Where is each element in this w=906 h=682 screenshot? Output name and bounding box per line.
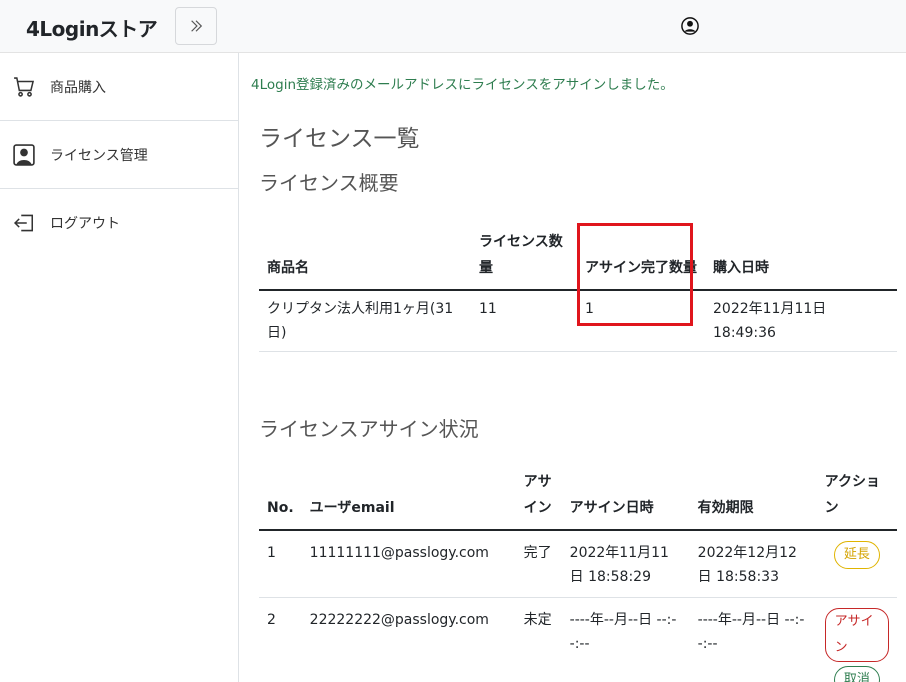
table-header-row: No. ユーザemail アサイン アサイン日時 有効期限 アクション — [259, 465, 897, 531]
brand-title[interactable]: 4Loginストア — [26, 13, 158, 42]
sidebar: 商品購入 ライセンス管理 ログアウト — [0, 53, 239, 682]
cell-assigned-at: 2022年11月11日 18:58:29 — [561, 530, 690, 598]
col-assigned-at: アサイン日時 — [561, 465, 690, 531]
extend-button[interactable]: 延長 — [833, 541, 880, 569]
col-no: No. — [259, 465, 302, 531]
col-license-qty: ライセンス数量 — [471, 223, 577, 291]
assign-status-heading: ライセンスアサイン状況 — [259, 417, 479, 441]
cell-actions: 延長 — [816, 530, 897, 598]
col-assign: アサイン — [515, 465, 562, 531]
cell-expires: 2022年12月12日 18:58:33 — [689, 530, 817, 598]
cell-no: 2 — [259, 597, 302, 682]
license-assign-table: No. ユーザemail アサイン アサイン日時 有効期限 アクション 1 11… — [259, 465, 897, 682]
sidebar-toggle-button[interactable] — [175, 7, 217, 45]
cell-user-email: 22222222@passlogy.com — [301, 597, 516, 682]
summary-heading: ライセンス概要 — [259, 171, 399, 195]
cell-product-name: クリプタン法人利用1ヶ月(31日) — [259, 290, 471, 352]
cell-assign-status: 完了 — [515, 530, 562, 598]
assign-button[interactable]: アサイン — [824, 608, 889, 662]
success-alert: 4Login登録済みのメールアドレスにライセンスをアサインしました。 — [251, 77, 674, 93]
highlight-box — [577, 223, 693, 326]
cancel-button[interactable]: 取消 — [833, 666, 880, 682]
top-navbar: 4Loginストア — [0, 0, 906, 53]
col-purchase-date: 購入日時 — [705, 223, 897, 291]
cell-assigned-at: ----年--月--日 --:--:-- — [561, 597, 690, 682]
col-actions: アクション — [816, 465, 897, 531]
sidebar-item-logout[interactable]: ログアウト — [0, 189, 239, 257]
table-row: 2 22222222@passlogy.com 未定 ----年--月--日 -… — [259, 597, 897, 682]
sidebar-item-purchase[interactable]: 商品購入 — [0, 53, 239, 121]
cell-expires: ----年--月--日 --:--:-- — [689, 597, 817, 682]
cell-no: 1 — [259, 530, 302, 598]
cell-assign-status: 未定 — [515, 597, 562, 682]
logout-icon — [12, 211, 36, 235]
cell-license-qty: 11 — [471, 290, 577, 352]
cell-user-email: 11111111@passlogy.com — [301, 530, 516, 598]
person-badge-icon — [12, 143, 36, 167]
sidebar-item-label: 商品購入 — [50, 79, 106, 96]
cell-purchase-date: 2022年11月11日 18:49:36 — [705, 290, 897, 352]
sidebar-item-label: ログアウト — [50, 216, 120, 232]
main-content: 4Login登録済みのメールアドレスにライセンスをアサインしました。 ライセンス… — [239, 53, 906, 682]
sidebar-item-label: ライセンス管理 — [50, 147, 148, 164]
table-row: 1 11111111@passlogy.com 完了 2022年11月11日 1… — [259, 530, 897, 598]
page-title: ライセンス一覧 — [259, 126, 420, 152]
col-product-name: 商品名 — [259, 223, 471, 291]
chevron-double-right-icon — [191, 20, 203, 32]
col-user-email: ユーザemail — [301, 465, 516, 531]
col-expires: 有効期限 — [689, 465, 817, 531]
person-circle-icon[interactable] — [681, 17, 699, 35]
cart-icon — [12, 75, 36, 99]
sidebar-item-license[interactable]: ライセンス管理 — [0, 121, 239, 189]
cell-actions: アサイン 取消 — [816, 597, 897, 682]
